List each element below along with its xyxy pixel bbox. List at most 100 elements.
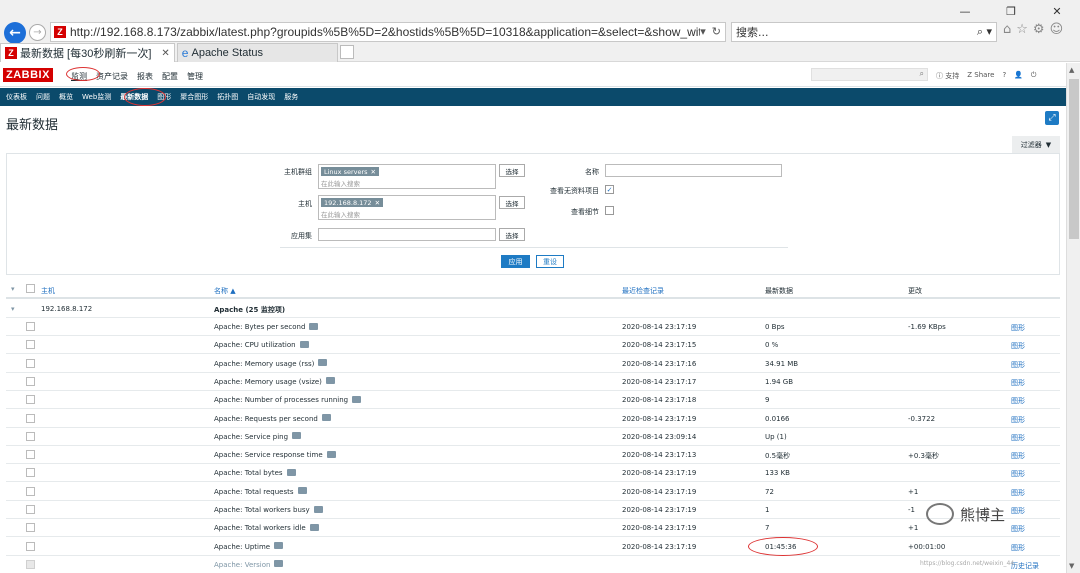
subnav-web[interactable]: Web监测: [82, 92, 111, 102]
back-button[interactable]: ←: [4, 22, 26, 44]
forward-button[interactable]: →: [29, 24, 46, 41]
minimize-icon[interactable]: —: [942, 3, 988, 19]
refresh-icon[interactable]: ↻: [712, 25, 721, 38]
item-info-icon[interactable]: [299, 340, 309, 348]
graph-link[interactable]: 图形: [1011, 451, 1025, 461]
row-checkbox[interactable]: [26, 486, 35, 496]
graph-link[interactable]: 图形: [1011, 524, 1025, 534]
menu-reports[interactable]: 报表: [137, 71, 153, 82]
remove-icon[interactable]: ✕: [371, 168, 376, 176]
zabbix-logo[interactable]: ZABBIX: [3, 68, 53, 82]
row-checkbox[interactable]: [26, 559, 35, 569]
item-info-icon[interactable]: [352, 395, 362, 403]
name-input[interactable]: [605, 164, 782, 177]
row-checkbox[interactable]: [26, 395, 35, 405]
share-link[interactable]: Z Share: [967, 71, 994, 81]
host-chip[interactable]: 192.168.8.172 ✕: [321, 198, 384, 207]
address-bar[interactable]: Z http://192.168.8.173/zabbix/latest.php…: [50, 22, 726, 42]
item-info-icon[interactable]: [274, 560, 284, 568]
collapse-icon[interactable]: ▾: [11, 305, 15, 313]
filter-tab[interactable]: 过滤器 ▼: [1012, 136, 1060, 153]
host-group-chip[interactable]: Linux servers ✕: [321, 167, 379, 176]
graph-link[interactable]: 图形: [1011, 396, 1025, 406]
row-checkbox[interactable]: [26, 431, 35, 441]
show-details-checkbox[interactable]: [605, 206, 614, 215]
user-profile-icon[interactable]: 👤: [1014, 71, 1023, 81]
row-checkbox[interactable]: [26, 450, 35, 460]
favorites-star-icon[interactable]: ☆: [1016, 22, 1028, 37]
browser-search-input[interactable]: 搜索... ⌕ ▾: [731, 22, 997, 42]
apply-button[interactable]: 应用: [501, 255, 530, 268]
scrollbar-thumb[interactable]: [1069, 79, 1079, 239]
show-without-data-checkbox[interactable]: ✓: [605, 185, 614, 194]
column-last-check[interactable]: 最近检查记录: [622, 286, 664, 296]
item-info-icon[interactable]: [313, 505, 323, 513]
host-field[interactable]: 192.168.8.172 ✕ 在此输入搜索: [318, 195, 496, 220]
subnav-dashboard[interactable]: 仪表板: [6, 92, 27, 102]
application-select-button[interactable]: 选择: [499, 228, 525, 241]
menu-administration[interactable]: 管理: [187, 71, 203, 82]
collapse-all-icon[interactable]: ▾: [11, 285, 15, 293]
menu-inventory[interactable]: 资产记录: [96, 71, 128, 82]
item-info-icon[interactable]: [297, 487, 307, 495]
graph-link[interactable]: 图形: [1011, 488, 1025, 498]
item-info-icon[interactable]: [321, 414, 331, 421]
column-name[interactable]: 名称 ▲: [214, 286, 236, 296]
settings-gear-icon[interactable]: ⚙: [1033, 22, 1045, 37]
item-info-icon[interactable]: [309, 523, 319, 531]
column-host[interactable]: 主机: [41, 286, 55, 296]
row-checkbox[interactable]: [26, 541, 35, 551]
new-tab-button[interactable]: [340, 45, 355, 59]
graph-link[interactable]: 图形: [1011, 506, 1025, 516]
row-checkbox[interactable]: [26, 322, 35, 331]
tab-apache-status[interactable]: e Apache Status: [176, 43, 339, 62]
row-checkbox[interactable]: [26, 505, 35, 514]
row-checkbox[interactable]: [26, 376, 35, 386]
item-info-icon[interactable]: [286, 468, 296, 476]
graph-link[interactable]: 图形: [1011, 415, 1025, 425]
subnav-services[interactable]: 服务: [284, 92, 298, 102]
reset-button[interactable]: 重设: [536, 255, 564, 268]
item-info-icon[interactable]: [292, 432, 302, 440]
dropdown-icon[interactable]: ▾: [700, 25, 706, 38]
scroll-up-icon[interactable]: ▲: [1069, 66, 1074, 74]
tab-close-icon[interactable]: ✕: [161, 48, 169, 59]
page-scrollbar[interactable]: ▲ ▼: [1066, 63, 1080, 573]
graph-link[interactable]: 图形: [1011, 341, 1025, 351]
help-link[interactable]: ?: [1002, 71, 1006, 81]
restore-icon[interactable]: ❐: [988, 3, 1034, 19]
graph-link[interactable]: 图形: [1011, 378, 1025, 388]
smiley-icon[interactable]: ☺: [1050, 22, 1064, 37]
item-info-icon[interactable]: [309, 322, 319, 330]
graph-link[interactable]: 图形: [1011, 323, 1025, 333]
support-link[interactable]: ⓘ 支持: [936, 71, 959, 81]
row-checkbox[interactable]: [26, 358, 35, 368]
host-select-button[interactable]: 选择: [499, 196, 525, 209]
graph-link[interactable]: 图形: [1011, 433, 1025, 443]
host-group-field[interactable]: Linux servers ✕ 在此输入搜索: [318, 164, 496, 189]
subnav-maps[interactable]: 拓扑图: [217, 92, 238, 102]
item-info-icon[interactable]: [325, 377, 335, 385]
home-icon[interactable]: ⌂: [1003, 22, 1011, 37]
graph-link[interactable]: 图形: [1011, 360, 1025, 370]
item-info-icon[interactable]: [274, 542, 284, 550]
subnav-screens[interactable]: 聚合图形: [180, 92, 208, 102]
logout-icon[interactable]: ⏻: [1031, 71, 1037, 81]
scroll-down-icon[interactable]: ▼: [1069, 562, 1074, 570]
graph-link[interactable]: 图形: [1011, 543, 1025, 553]
subnav-overview[interactable]: 概览: [59, 92, 73, 102]
remove-icon[interactable]: ✕: [375, 199, 380, 207]
item-info-icon[interactable]: [318, 359, 328, 367]
fullscreen-button[interactable]: ⤢: [1045, 111, 1059, 125]
select-all-checkbox[interactable]: [26, 284, 35, 293]
search-icon[interactable]: ⌕ ▾: [977, 25, 992, 39]
tab-latest-data[interactable]: Z 最新数据 [每30秒刷新一次] ✕: [0, 43, 175, 62]
row-checkbox[interactable]: [26, 413, 35, 423]
item-info-icon[interactable]: [326, 450, 336, 458]
row-checkbox[interactable]: [26, 340, 35, 350]
search-icon[interactable]: ⌕: [920, 69, 924, 79]
graph-link[interactable]: 图形: [1011, 469, 1025, 479]
zabbix-search-input[interactable]: ⌕: [811, 68, 928, 81]
close-icon[interactable]: ✕: [1034, 3, 1080, 19]
menu-configuration[interactable]: 配置: [162, 71, 178, 82]
